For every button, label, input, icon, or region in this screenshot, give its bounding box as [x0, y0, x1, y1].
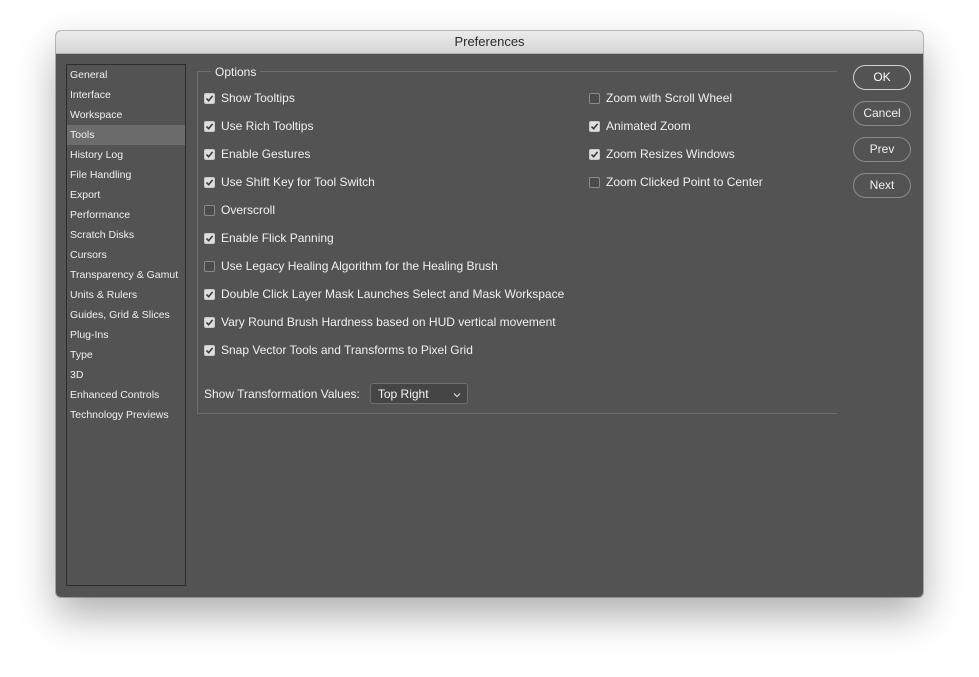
checkbox-box[interactable]	[204, 204, 215, 216]
sidebar-item-tools[interactable]: Tools	[67, 125, 185, 145]
sidebar-item-workspace[interactable]: Workspace	[67, 105, 185, 125]
transformation-values-selected: Top Right	[377, 386, 429, 401]
sidebar-item-enhanced-controls[interactable]: Enhanced Controls	[67, 385, 185, 405]
sidebar-item-export[interactable]: Export	[67, 185, 185, 205]
next-button[interactable]: Next	[853, 173, 911, 198]
transformation-values-label: Show Transformation Values:	[204, 386, 360, 401]
checkbox-zoom-clicked-point[interactable]: Zoom Clicked Point to Center	[589, 174, 763, 190]
checkbox-label: Use Shift Key for Tool Switch	[221, 175, 375, 189]
transformation-values-select[interactable]: Top Right	[369, 383, 468, 404]
sidebar-item-guides-grid-slices[interactable]: Guides, Grid & Slices	[67, 305, 185, 325]
check-icon[interactable]	[204, 120, 215, 132]
check-icon[interactable]	[204, 148, 215, 160]
sidebar-item-interface[interactable]: Interface	[67, 85, 185, 105]
sidebar-item-general[interactable]: General	[67, 65, 185, 85]
sidebar-item-3d[interactable]: 3D	[67, 365, 185, 385]
checkbox-label: Overscroll	[221, 203, 276, 217]
cancel-button[interactable]: Cancel	[853, 101, 911, 126]
chevron-down-icon	[453, 387, 461, 401]
transformation-values-row: Show Transformation Values: Top Right	[204, 383, 468, 404]
prev-button[interactable]: Prev	[853, 137, 911, 162]
sidebar-item-technology-previews[interactable]: Technology Previews	[67, 405, 185, 425]
preferences-window: Preferences General Interface Workspace …	[56, 31, 923, 597]
sidebar-item-cursors[interactable]: Cursors	[67, 245, 185, 265]
checkbox-legacy-healing[interactable]: Use Legacy Healing Algorithm for the Hea…	[204, 258, 498, 274]
check-icon[interactable]	[204, 176, 215, 188]
checkbox-label: Zoom Resizes Windows	[606, 147, 735, 161]
checkbox-label: Use Rich Tooltips	[221, 119, 314, 133]
checkbox-label: Snap Vector Tools and Transforms to Pixe…	[221, 343, 473, 357]
check-icon[interactable]	[204, 344, 215, 356]
check-icon[interactable]	[589, 148, 600, 160]
checkbox-animated-zoom[interactable]: Animated Zoom	[589, 118, 691, 134]
checkbox-label: Zoom with Scroll Wheel	[606, 91, 733, 105]
preferences-sidebar: General Interface Workspace Tools Histor…	[66, 64, 186, 586]
sidebar-item-performance[interactable]: Performance	[67, 205, 185, 225]
sidebar-item-type[interactable]: Type	[67, 345, 185, 365]
check-icon[interactable]	[204, 232, 215, 244]
sidebar-item-units-rulers[interactable]: Units & Rulers	[67, 285, 185, 305]
check-icon[interactable]	[589, 120, 600, 132]
checkbox-label: Enable Flick Panning	[221, 231, 334, 245]
checkbox-box[interactable]	[204, 260, 215, 272]
window-title: Preferences	[56, 31, 923, 54]
checkbox-double-click-layer-mask[interactable]: Double Click Layer Mask Launches Select …	[204, 286, 564, 302]
checkbox-label: Zoom Clicked Point to Center	[606, 175, 763, 189]
check-icon[interactable]	[204, 288, 215, 300]
checkbox-label: Enable Gestures	[221, 147, 311, 161]
checkbox-box[interactable]	[589, 92, 600, 104]
checkbox-overscroll[interactable]: Overscroll	[204, 202, 275, 218]
checkbox-label: Animated Zoom	[606, 119, 691, 133]
sidebar-item-file-handling[interactable]: File Handling	[67, 165, 185, 185]
sidebar-item-transparency-gamut[interactable]: Transparency & Gamut	[67, 265, 185, 285]
checkbox-vary-round-brush[interactable]: Vary Round Brush Hardness based on HUD v…	[204, 314, 556, 330]
ok-button[interactable]: OK	[853, 65, 911, 90]
checkbox-show-tooltips[interactable]: Show Tooltips	[204, 90, 295, 106]
checkbox-box[interactable]	[589, 176, 600, 188]
checkbox-label: Double Click Layer Mask Launches Select …	[221, 287, 565, 301]
checkbox-snap-vector-tools[interactable]: Snap Vector Tools and Transforms to Pixe…	[204, 342, 473, 358]
checkbox-use-shift-key[interactable]: Use Shift Key for Tool Switch	[204, 174, 375, 190]
checkbox-use-rich-tooltips[interactable]: Use Rich Tooltips	[204, 118, 313, 134]
sidebar-item-history-log[interactable]: History Log	[67, 145, 185, 165]
options-legend: Options	[211, 65, 261, 79]
checkbox-label: Vary Round Brush Hardness based on HUD v…	[221, 315, 556, 329]
checkbox-enable-flick-panning[interactable]: Enable Flick Panning	[204, 230, 334, 246]
check-icon[interactable]	[204, 92, 215, 104]
checkbox-zoom-scroll-wheel[interactable]: Zoom with Scroll Wheel	[589, 90, 732, 106]
checkbox-enable-gestures[interactable]: Enable Gestures	[204, 146, 310, 162]
check-icon[interactable]	[204, 316, 215, 328]
checkbox-label: Show Tooltips	[221, 91, 295, 105]
checkbox-label: Use Legacy Healing Algorithm for the Hea…	[221, 259, 498, 273]
checkbox-zoom-resizes-windows[interactable]: Zoom Resizes Windows	[589, 146, 735, 162]
sidebar-item-scratch-disks[interactable]: Scratch Disks	[67, 225, 185, 245]
sidebar-item-plug-ins[interactable]: Plug-Ins	[67, 325, 185, 345]
